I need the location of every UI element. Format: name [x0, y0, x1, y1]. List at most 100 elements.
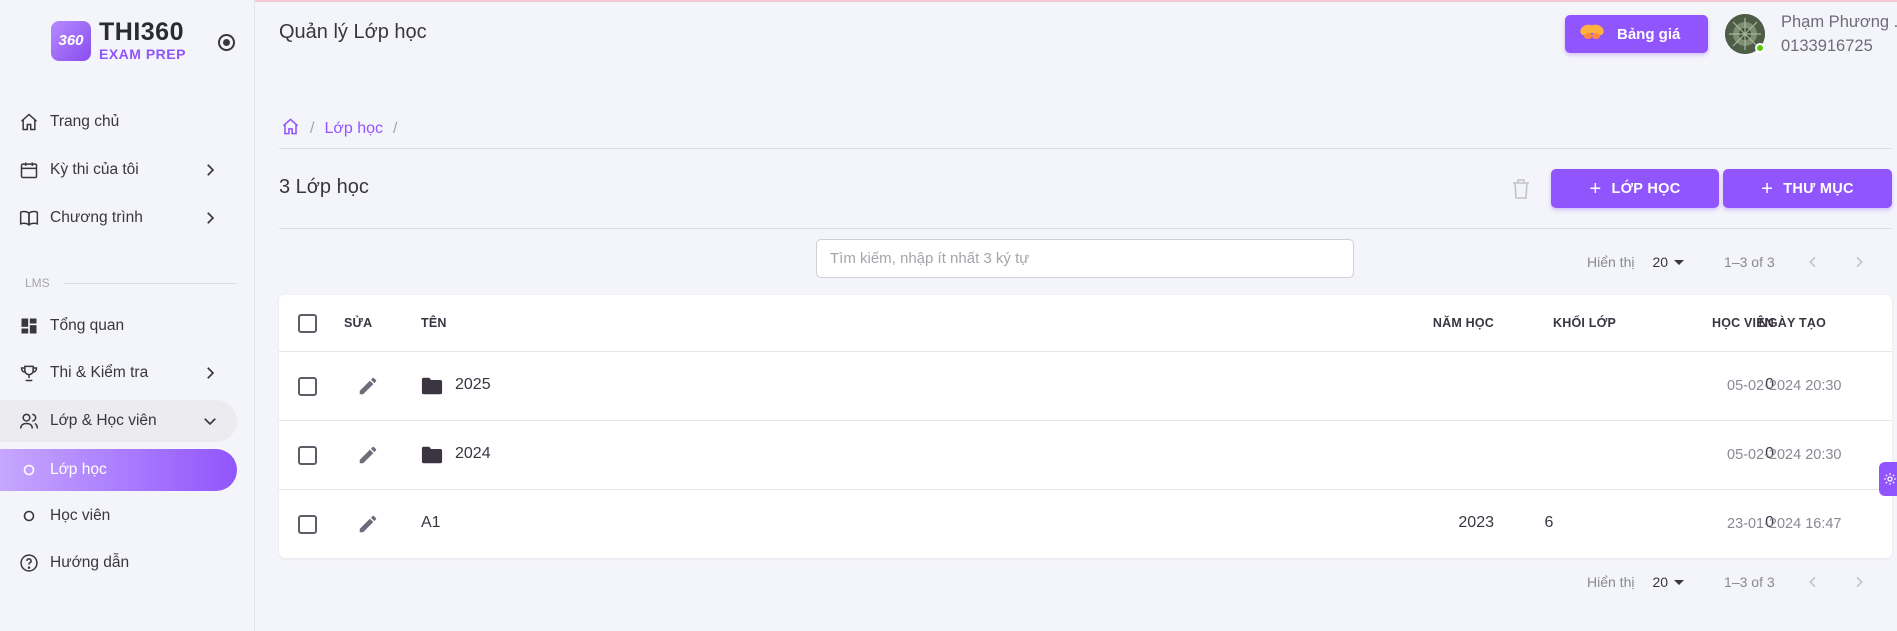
column-header-created[interactable]: NGÀY TẠO	[1727, 295, 1877, 351]
logo-mark: 360	[51, 20, 91, 61]
help-icon	[18, 552, 40, 574]
sidebar-item-program[interactable]: Chương trình	[0, 197, 237, 239]
rows-per-page-label: Hiển thị	[1587, 574, 1635, 590]
sidebar-item-classes[interactable]: Lớp học	[0, 449, 237, 491]
folder-icon	[421, 446, 443, 464]
add-folder-button[interactable]: + THƯ MỤC	[1723, 169, 1892, 208]
table-row[interactable]: 2024 0 05-02-2024 20:30	[279, 420, 1892, 489]
select-all-checkbox[interactable]	[298, 314, 317, 333]
sidebar-item-label: Học viên	[50, 507, 111, 524]
rows-per-page-label: Hiển thị	[1587, 254, 1635, 270]
column-header-year[interactable]: NĂM HỌC	[1355, 295, 1494, 351]
chevron-right-icon[interactable]	[1851, 574, 1867, 590]
gear-icon	[1884, 473, 1896, 485]
app-logo[interactable]: 360 THI360 EXAM PREP	[51, 20, 186, 61]
class-name[interactable]: A1	[421, 514, 441, 532]
sidebar-item-overview[interactable]: Tổng quan	[0, 305, 237, 347]
row-checkbox[interactable]	[298, 377, 317, 396]
chevron-left-icon[interactable]	[1805, 254, 1821, 270]
online-status-dot	[1755, 43, 1765, 53]
breadcrumb: / Lớp học /	[281, 117, 407, 141]
home-icon	[18, 111, 40, 133]
chevron-left-icon[interactable]	[1805, 574, 1821, 590]
page-range: 1–3 of 3	[1724, 254, 1775, 270]
sidebar-item-exams-tests[interactable]: Thi & Kiểm tra	[0, 352, 237, 394]
calendar-icon	[18, 159, 40, 181]
section-label-lms: LMS	[25, 276, 50, 290]
sidebar-item-label: Thi & Kiểm tra	[50, 364, 149, 381]
section-divider	[64, 283, 237, 284]
add-folder-label: THƯ MỤC	[1783, 180, 1854, 197]
column-header-edit: SỬA	[344, 316, 373, 330]
rows-per-page-select[interactable]: 20	[1652, 574, 1685, 590]
plus-icon: +	[1761, 177, 1774, 200]
pricing-label: Bảng giá	[1617, 25, 1681, 43]
class-created: 05-02-2024 20:30	[1727, 447, 1842, 463]
book-icon	[18, 207, 40, 229]
sidebar-item-label: Kỳ thi của tôi	[50, 161, 139, 178]
breadcrumb-separator: /	[310, 120, 315, 137]
circle-icon	[18, 505, 40, 527]
class-grade: 6	[1544, 514, 1554, 531]
chevron-right-icon[interactable]	[1851, 254, 1867, 270]
row-checkbox[interactable]	[298, 446, 317, 465]
table-row[interactable]: 2025 0 05-02-2024 20:30	[279, 351, 1892, 420]
sidebar-item-home[interactable]: Trang chủ	[0, 101, 237, 143]
divider	[279, 148, 1892, 149]
sidebar-item-label: Lớp học	[50, 461, 107, 478]
column-header-name[interactable]: TÊN	[421, 295, 447, 351]
class-year: 2023	[1458, 514, 1494, 531]
caret-down-icon	[1674, 579, 1685, 585]
table-row[interactable]: A1 2023 6 0 23-01-2024 16:47	[279, 489, 1892, 558]
caret-down-icon	[1674, 259, 1685, 265]
class-created: 05-02-2024 20:30	[1727, 378, 1842, 394]
rows-per-page-value: 20	[1652, 574, 1669, 590]
logo-subtitle: EXAM PREP	[99, 46, 186, 62]
column-header-grade[interactable]: KHỐI LỚP	[1475, 295, 1616, 351]
dashboard-icon	[18, 315, 40, 337]
breadcrumb-separator: /	[392, 120, 398, 137]
classes-table: SỬA TÊN NĂM HỌC KHỐI LỚP HỌC VIÊN NGÀY T…	[279, 295, 1892, 558]
logo-title: THI360	[99, 18, 184, 46]
row-checkbox[interactable]	[298, 515, 317, 534]
sidebar-collapse-toggle[interactable]	[218, 34, 235, 51]
pricing-button[interactable]: Bảng giá	[1565, 15, 1708, 53]
sidebar-item-label: Chương trình	[50, 209, 143, 226]
user-name: Phạm Phương .	[1781, 13, 1897, 31]
trophy-icon	[18, 362, 40, 384]
user-phone: 0133916725	[1781, 37, 1873, 55]
class-name[interactable]: 2024	[455, 445, 491, 463]
pencil-icon[interactable]	[357, 444, 379, 466]
delete-icon[interactable]	[1511, 178, 1531, 200]
folder-icon	[421, 377, 443, 395]
class-count-title: 3 Lớp học	[279, 176, 369, 198]
add-class-button[interactable]: + LỚP HỌC	[1551, 169, 1719, 208]
class-name[interactable]: 2025	[455, 376, 491, 394]
chevron-down-icon	[204, 418, 216, 426]
pencil-icon[interactable]	[357, 375, 379, 397]
top-accent-line	[0, 0, 1897, 2]
sidebar-item-label: Trang chủ	[50, 113, 120, 130]
search-input[interactable]	[816, 239, 1354, 278]
pencil-icon[interactable]	[357, 513, 379, 535]
breadcrumb-current[interactable]: Lớp học	[324, 120, 383, 138]
rows-per-page-select[interactable]: 20	[1652, 254, 1685, 270]
sidebar-item-label: Lớp & Học viên	[50, 412, 157, 429]
sidebar-item-label: Hướng dẫn	[50, 554, 130, 571]
plus-icon: +	[1589, 177, 1602, 200]
sidebar-item-my-exams[interactable]: Kỳ thi của tôi	[0, 149, 237, 191]
settings-floating-tab[interactable]	[1879, 462, 1897, 496]
home-icon[interactable]	[281, 117, 300, 141]
pagination-bottom: Hiển thị 20 1–3 of 3	[1587, 574, 1867, 590]
page-range: 1–3 of 3	[1724, 574, 1775, 590]
chevron-right-icon	[207, 367, 215, 379]
sidebar-item-guide[interactable]: Hướng dẫn	[0, 542, 237, 584]
sidebar: 360 THI360 EXAM PREP Trang chủ Kỳ thi củ…	[0, 0, 255, 631]
users-icon	[18, 410, 40, 432]
butterfly-icon	[1579, 23, 1605, 45]
class-created: 23-01-2024 16:47	[1727, 516, 1842, 532]
sidebar-item-students[interactable]: Học viên	[0, 495, 237, 537]
circle-icon	[18, 459, 40, 481]
page-title: Quản lý Lớp học	[279, 21, 427, 43]
sidebar-item-classes-students[interactable]: Lớp & Học viên	[0, 400, 237, 442]
